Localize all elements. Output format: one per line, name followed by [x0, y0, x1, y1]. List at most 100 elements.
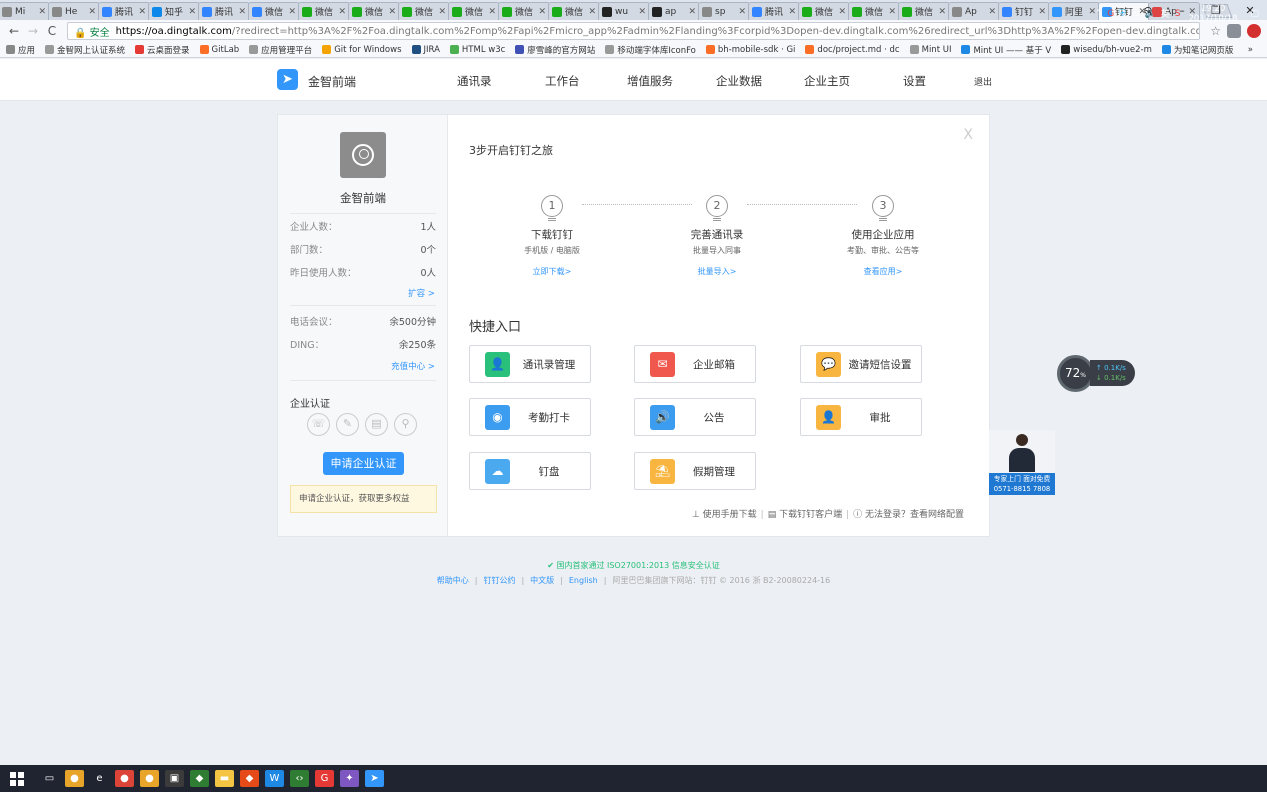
quick-entry-mail[interactable]: ✉ 企业邮箱 — [634, 345, 756, 383]
chrome-2-icon[interactable]: ● — [140, 770, 159, 787]
quick-entry-vacation[interactable]: ⛱ 假期管理 — [634, 452, 756, 490]
tab-close-icon[interactable]: ✕ — [488, 7, 496, 17]
tab-close-icon[interactable]: ✕ — [788, 7, 796, 17]
tab-close-icon[interactable]: ✕ — [388, 7, 396, 17]
nav-logout[interactable]: 退出 — [974, 75, 992, 88]
clock[interactable]: 19:20 2017/10/18 — [1188, 4, 1237, 24]
task-view-icon[interactable]: ▭ — [40, 770, 59, 787]
browser-tab[interactable]: He ✕ — [48, 2, 100, 20]
tab-close-icon[interactable]: ✕ — [688, 7, 696, 17]
tab-close-icon[interactable]: ✕ — [238, 7, 246, 17]
apply-cert-button[interactable]: 申请企业认证 — [323, 452, 404, 475]
tab-close-icon[interactable]: ✕ — [338, 7, 346, 17]
tab-close-icon[interactable]: ✕ — [988, 7, 996, 17]
word-icon[interactable]: W — [265, 770, 284, 787]
dingtalk-icon[interactable]: ➤ — [365, 770, 384, 787]
bookmark-item[interactable]: wisedu/bh-vue2-m — [1061, 45, 1152, 55]
network-icon[interactable]: ▭ — [1131, 9, 1140, 19]
bookmark-item[interactable]: Mint UI — [909, 45, 951, 55]
recharge-link[interactable]: 充值中心 > — [391, 360, 435, 372]
close-icon[interactable]: X — [963, 127, 973, 143]
editor-icon[interactable]: ‹› — [290, 770, 309, 787]
bookmark-item[interactable]: 应用管理平台 — [249, 44, 312, 56]
browser-tab[interactable]: Mi ✕ — [0, 2, 50, 20]
tab-close-icon[interactable]: ✕ — [938, 7, 946, 17]
bookmark-item[interactable]: 移动端字体库IconFo — [605, 44, 696, 56]
chinese-link[interactable]: 中文版 — [530, 576, 554, 585]
sogou-icon[interactable]: S — [1175, 9, 1181, 19]
tab-close-icon[interactable]: ✕ — [838, 7, 846, 17]
step-link[interactable]: 批量导入> — [657, 266, 777, 277]
chrome-icon[interactable]: ● — [115, 770, 134, 787]
browser-tab[interactable]: 钉钉 ✕ — [998, 2, 1050, 20]
browser-tab[interactable]: 微信 ✕ — [398, 2, 450, 20]
weibo-tray-icon[interactable]: G — [1107, 9, 1114, 19]
tray-arrow-icon[interactable]: ⌃ — [1095, 9, 1103, 19]
quick-entry-speaker[interactable]: 🔊 公告 — [634, 398, 756, 436]
step-link[interactable]: 立即下载> — [492, 266, 612, 277]
shield-tray-icon[interactable]: ⛨ — [1119, 9, 1126, 19]
bookmark-item[interactable]: GitLab — [199, 45, 239, 55]
bookmark-item[interactable]: Git for Windows — [322, 45, 402, 55]
tab-close-icon[interactable]: ✕ — [138, 7, 146, 17]
tab-close-icon[interactable]: ✕ — [288, 7, 296, 17]
back-icon[interactable]: ← — [6, 24, 22, 38]
quick-entry-message[interactable]: 💬 邀请短信设置 — [800, 345, 922, 383]
step-link[interactable]: 查看应用> — [823, 266, 943, 277]
volume-icon[interactable]: 🔈 — [1145, 9, 1156, 19]
support-widget[interactable]: 专家上门 面对免费 0571-8815 7808 — [989, 430, 1055, 495]
url-input[interactable]: 🔒 安全 https://oa.dingtalk.com/?redirect=h… — [67, 22, 1201, 40]
quick-entry-approval[interactable]: 👤 审批 — [800, 398, 922, 436]
manual-download-link[interactable]: ⊥ 使用手册下载 — [692, 510, 757, 520]
quick-entry-cloud[interactable]: ☁ 钉盘 — [469, 452, 591, 490]
browser-tab[interactable]: 微信 ✕ — [248, 2, 300, 20]
help-center-link[interactable]: 帮助中心 — [437, 576, 469, 585]
bookmark-item[interactable]: 金智网上认证系统 — [45, 44, 125, 56]
nav-contacts[interactable]: 通讯录 — [457, 73, 492, 89]
chrome-canary-icon[interactable]: ● — [65, 770, 84, 787]
reload-icon[interactable]: C — [44, 24, 60, 38]
browser-tab[interactable]: Ap ✕ — [948, 2, 1000, 20]
browser-tab[interactable]: 微信 ✕ — [448, 2, 500, 20]
bookmark-item[interactable]: bh-mobile-sdk · Gi — [705, 45, 795, 55]
tab-close-icon[interactable]: ✕ — [38, 7, 46, 17]
nav-value-services[interactable]: 增值服务 — [627, 73, 673, 89]
browser-tab[interactable]: 微信 ✕ — [348, 2, 400, 20]
git-app-icon[interactable]: ◆ — [240, 770, 259, 787]
tab-close-icon[interactable]: ✕ — [538, 7, 546, 17]
tab-close-icon[interactable]: ✕ — [1038, 7, 1046, 17]
terminal-icon[interactable]: ▣ — [165, 770, 184, 787]
notification-icon[interactable]: ▢ — [1250, 9, 1259, 19]
secure-badge[interactable]: 🔒 安全 — [74, 24, 110, 39]
convention-link[interactable]: 钉钉公约 — [483, 576, 515, 585]
network-config-link[interactable]: ⓘ 无法登录？查看网络配置 — [853, 510, 964, 520]
tab-close-icon[interactable]: ✕ — [88, 7, 96, 17]
nav-settings[interactable]: 设置 — [903, 73, 926, 89]
bookmark-item[interactable]: HTML w3c — [449, 45, 505, 55]
tool-app-icon[interactable]: ✦ — [340, 770, 359, 787]
ime-indicator[interactable]: 英 — [1161, 7, 1170, 20]
tab-close-icon[interactable]: ✕ — [588, 7, 596, 17]
browser-tab[interactable]: 微信 ✕ — [798, 2, 850, 20]
browser-tab[interactable]: 微信 ✕ — [548, 2, 600, 20]
windows-start-icon[interactable] — [10, 771, 24, 786]
tab-close-icon[interactable]: ✕ — [438, 7, 446, 17]
quick-entry-location[interactable]: ◉ 考勤打卡 — [469, 398, 591, 436]
bookmark-item[interactable]: 为知笔记网页版 — [1161, 44, 1233, 56]
browser-tab[interactable]: 微信 ✕ — [298, 2, 350, 20]
performance-gauge[interactable]: 72% — [1057, 355, 1094, 392]
browser-tab[interactable]: 腾讯 ✕ — [98, 2, 150, 20]
browser-tab[interactable]: 微信 ✕ — [898, 2, 950, 20]
bookmark-item[interactable]: 廖雪峰的官方网站 — [515, 44, 595, 56]
quick-entry-contacts[interactable]: 👤 通讯录管理 — [469, 345, 591, 383]
client-download-link[interactable]: ▤ 下载钉钉客户端 — [768, 510, 842, 520]
tab-close-icon[interactable]: ✕ — [188, 7, 196, 17]
tab-close-icon[interactable]: ✕ — [888, 7, 896, 17]
bookmark-item[interactable]: JIRA — [411, 45, 440, 55]
nav-enterprise-data[interactable]: 企业数据 — [716, 73, 762, 89]
browser-tab[interactable]: 腾讯 ✕ — [748, 2, 800, 20]
bookmark-item[interactable]: 云桌面登录 — [135, 44, 190, 56]
forward-icon[interactable]: → — [25, 24, 41, 38]
browser-tab[interactable]: sp ✕ — [698, 2, 750, 20]
english-link[interactable]: English — [569, 576, 598, 585]
